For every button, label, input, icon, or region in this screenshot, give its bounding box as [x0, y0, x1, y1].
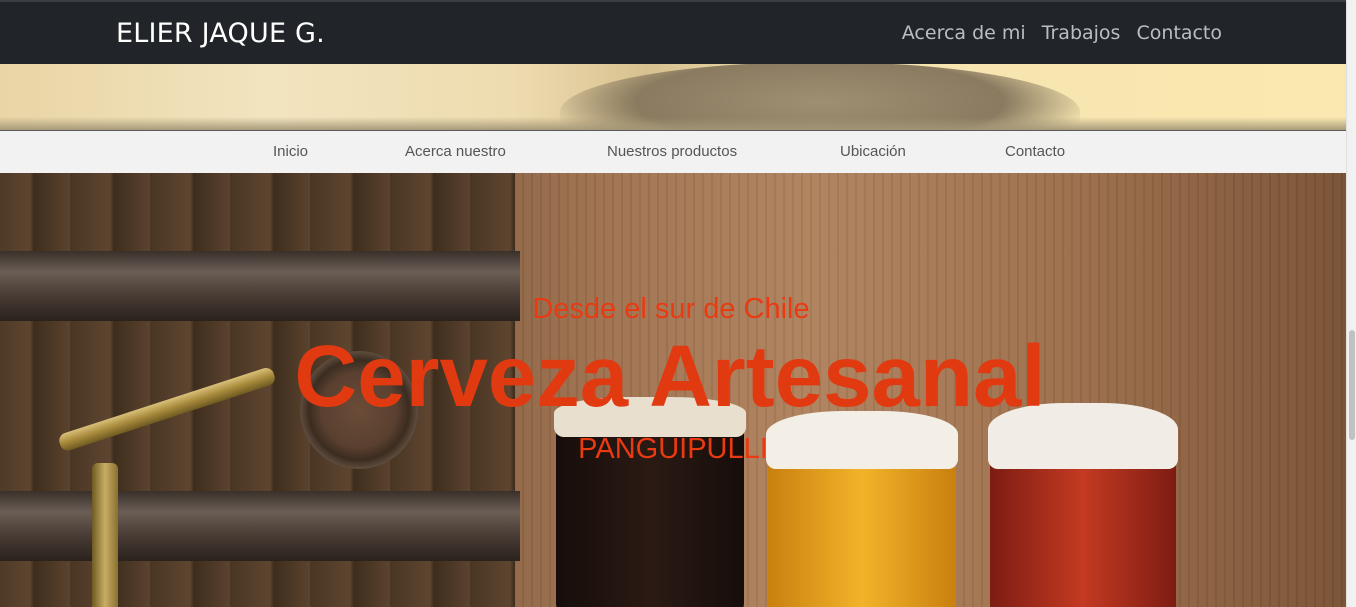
subnav-item-contacto[interactable]: Contacto	[1005, 143, 1065, 160]
banner-ground-shape	[0, 117, 1346, 131]
hero-title: Cerveza Artesanal	[0, 333, 1346, 420]
nav-link-contacto[interactable]: Contacto	[1136, 22, 1222, 44]
beer-glass-red	[988, 403, 1178, 607]
nav-link-acerca[interactable]: Acerca de mi	[902, 22, 1026, 44]
hero-title-text: Cerveza Artesanal	[294, 328, 1046, 425]
beer-glass-golden	[766, 411, 958, 607]
hero-subtitle: Desde el sur de Chile	[0, 293, 1346, 326]
secondary-navbar: Inicio Acerca nuestro Nuestros productos…	[0, 130, 1346, 173]
hero-section: Desde el sur de Chile Cerveza Artesanal …	[0, 173, 1346, 607]
top-nav-links: Acerca de mi Trabajos Contacto	[902, 22, 1222, 44]
nav-link-trabajos[interactable]: Trabajos	[1042, 22, 1121, 44]
subnav-item-productos[interactable]: Nuestros productos	[607, 143, 737, 160]
barrel-hoop-bottom	[0, 491, 520, 561]
hero-subtitle-text: Desde el sur de Chile	[532, 293, 810, 325]
site-brand[interactable]: ELIER JAQUE G.	[116, 18, 325, 49]
subnav-item-ubicacion[interactable]: Ubicación	[840, 143, 906, 160]
subnav-item-acerca[interactable]: Acerca nuestro	[405, 143, 506, 160]
subnav-item-inicio[interactable]: Inicio	[273, 143, 308, 160]
scrollbar-thumb[interactable]	[1349, 330, 1355, 440]
hero-location: PANGUIPULLI	[578, 433, 768, 465]
page-scrollbar[interactable]	[1346, 0, 1356, 607]
barrel-tap-spout	[92, 463, 118, 607]
top-navbar: ELIER JAQUE G. Acerca de mi Trabajos Con…	[0, 0, 1346, 64]
banner-image	[0, 64, 1346, 131]
